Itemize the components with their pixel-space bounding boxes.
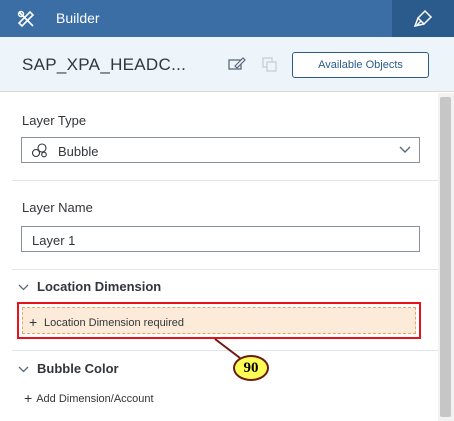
top-bar: Builder bbox=[0, 0, 454, 37]
layer-type-label: Layer Type bbox=[22, 113, 87, 128]
section-divider bbox=[12, 269, 438, 270]
plus-icon: + bbox=[24, 390, 33, 406]
vertical-scrollbar[interactable] bbox=[438, 93, 454, 421]
highlight-box: + Location Dimension required bbox=[17, 302, 421, 339]
layer-name-label: Layer Name bbox=[22, 200, 93, 215]
add-dimension-account-label: Add Dimension/Account bbox=[36, 393, 154, 405]
layer-type-value: Bubble bbox=[58, 144, 99, 159]
paint-brush-icon bbox=[413, 9, 433, 28]
scrollbar-thumb[interactable] bbox=[440, 97, 451, 417]
copy-icon[interactable] bbox=[262, 57, 278, 73]
bubble-color-title: Bubble Color bbox=[37, 361, 119, 376]
location-dimension-title: Location Dimension bbox=[37, 279, 162, 294]
tools-icon[interactable] bbox=[16, 9, 36, 29]
layer-type-select[interactable]: Bubble bbox=[21, 137, 420, 163]
model-title: SAP_XPA_HEADC... bbox=[22, 55, 187, 74]
layer-name-input[interactable]: Layer 1 bbox=[21, 226, 420, 252]
section-divider bbox=[12, 350, 438, 351]
add-dimension-account-link[interactable]: + Add Dimension/Account bbox=[24, 390, 154, 406]
location-dimension-header[interactable]: Location Dimension bbox=[18, 279, 161, 294]
available-objects-button[interactable]: Available Objects bbox=[292, 52, 429, 78]
chevron-down-icon[interactable] bbox=[399, 146, 411, 154]
location-dimension-required: Location Dimension required bbox=[44, 317, 185, 329]
panel-header: SAP_XPA_HEADC... Available Objects bbox=[0, 37, 454, 92]
edit-icon[interactable] bbox=[228, 56, 246, 72]
plus-icon: + bbox=[29, 314, 38, 330]
builder-tab[interactable] bbox=[392, 0, 454, 37]
panel-title: Builder bbox=[56, 10, 100, 26]
location-dimension-dropzone[interactable]: + Location Dimension required bbox=[22, 307, 416, 334]
layer-name-value: Layer 1 bbox=[32, 233, 76, 248]
bubble-icon bbox=[31, 143, 47, 158]
callout-badge: 90 bbox=[233, 355, 269, 381]
bubble-color-header[interactable]: Bubble Color bbox=[18, 361, 119, 376]
chevron-down-icon bbox=[18, 284, 29, 291]
section-divider bbox=[12, 180, 438, 181]
chevron-down-icon bbox=[18, 366, 29, 373]
